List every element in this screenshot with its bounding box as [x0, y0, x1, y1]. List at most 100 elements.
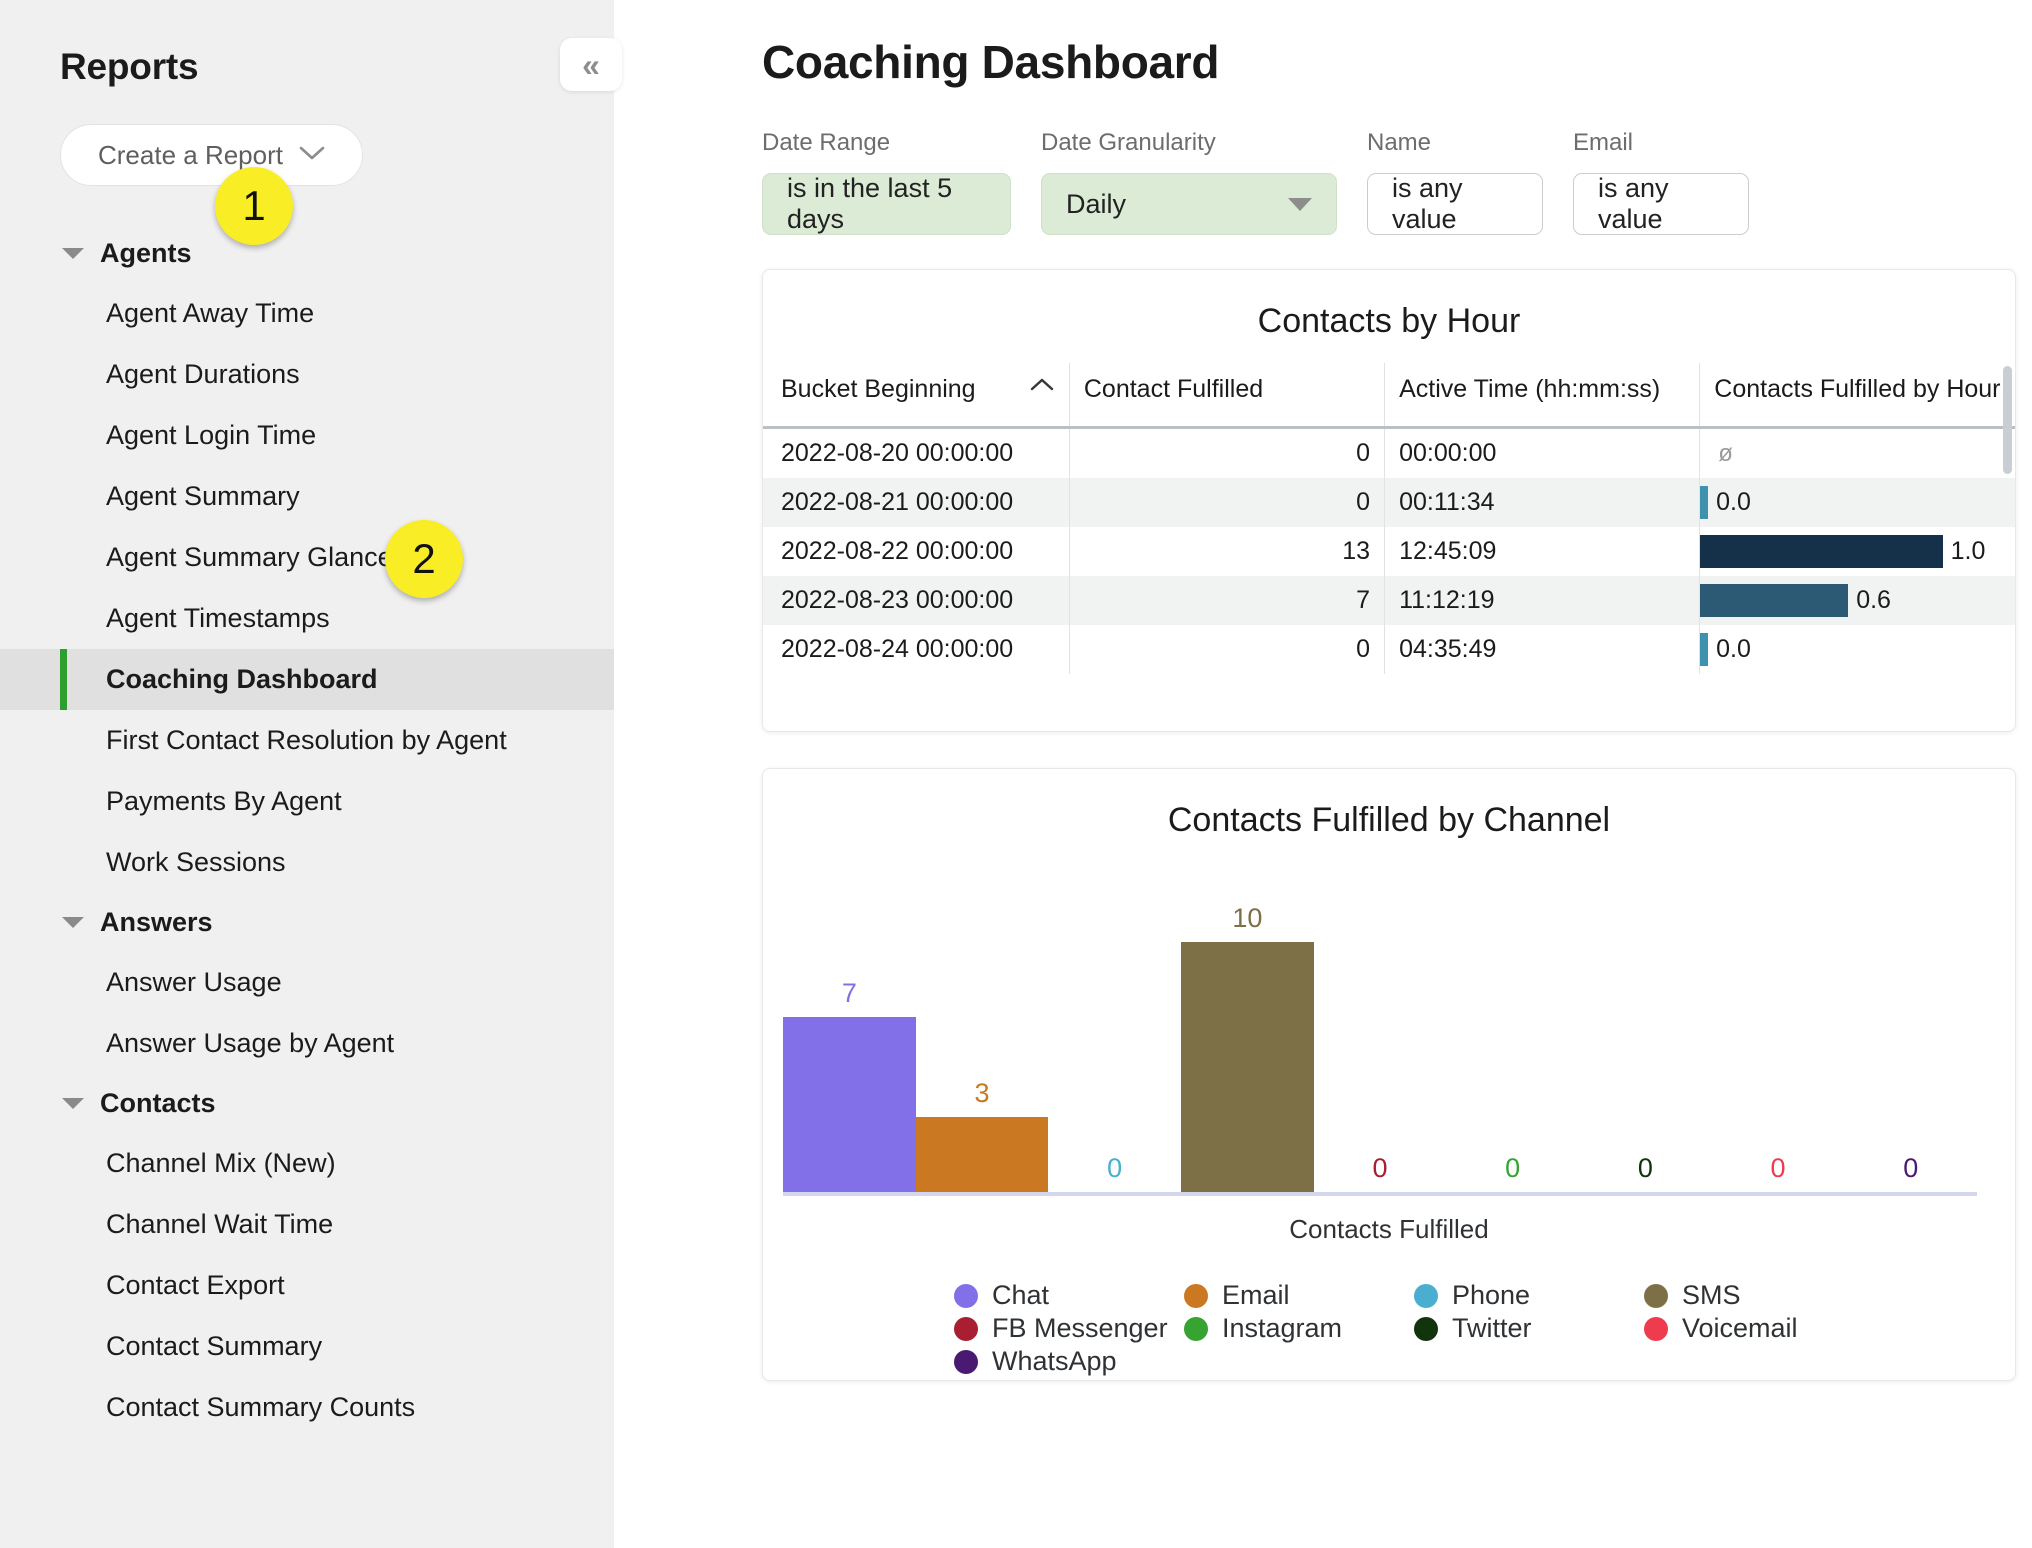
sidebar-item-contact-summary[interactable]: Contact Summary: [0, 1316, 614, 1377]
bar-email[interactable]: 3: [915, 1078, 1049, 1192]
table-row[interactable]: 2022-08-21 00:00:00 0 00:11:34 0.0: [763, 478, 2015, 527]
legend-swatch-icon: [1184, 1316, 1208, 1341]
legend-swatch-icon: [954, 1349, 978, 1374]
data-bar-label: 0.0: [1716, 488, 1751, 516]
table-row[interactable]: 2022-08-23 00:00:00 7 11:12:19 0.6: [763, 576, 2015, 625]
cell-contact-fulfilled: 7: [1068, 576, 1385, 625]
legend-item-voicemail[interactable]: Voicemail: [1644, 1312, 1874, 1345]
filter-label: Email: [1573, 129, 1634, 156]
sidebar-item-contact-export[interactable]: Contact Export: [0, 1255, 614, 1316]
table-vertical-scrollbar[interactable]: [2003, 366, 2012, 474]
sort-ascending-icon[interactable]: [1029, 375, 1055, 397]
nav-group-label: Agents: [100, 238, 192, 268]
cell-bucket-beginning: 2022-08-20 00:00:00: [781, 439, 1014, 467]
legend-item-email[interactable]: Email: [1184, 1279, 1414, 1312]
data-bar-wrapper: 0.6: [1700, 584, 2015, 617]
bar-slot-fb-messenger[interactable]: 0: [1314, 892, 1447, 1192]
cell-bucket-beginning: 2022-08-24 00:00:00: [781, 635, 1014, 663]
sidebar-item-work-sessions[interactable]: Work Sessions: [0, 832, 614, 893]
bar-slot-chat[interactable]: 7: [783, 892, 916, 1192]
bar-chat[interactable]: 7: [783, 978, 916, 1192]
legend-column-1: Chat FB Messenger WhatsApp: [954, 1279, 1184, 1378]
data-bar-wrapper: 0.0: [1700, 633, 2015, 666]
sidebar-item-first-contact-resolution-by-agent[interactable]: First Contact Resolution by Agent: [0, 710, 614, 771]
legend-item-fb-messenger[interactable]: FB Messenger: [954, 1312, 1184, 1345]
data-bar: [1700, 584, 1849, 617]
legend-item-sms[interactable]: SMS: [1644, 1279, 1874, 1312]
bar-value-label: 7: [841, 978, 857, 1008]
legend-label: WhatsApp: [992, 1346, 1117, 1376]
filter-email: Email is any value: [1573, 129, 1749, 235]
bar-value-label: 0: [1637, 1153, 1653, 1183]
legend-swatch-icon: [1644, 1316, 1668, 1341]
cell-active-time: 00:11:34: [1384, 478, 1700, 527]
filter-value: Daily: [1066, 188, 1127, 219]
filter-date-granularity: Date Granularity Daily: [1041, 129, 1337, 235]
legend-column-4: SMS Voicemail: [1644, 1279, 1874, 1378]
caret-down-icon: [62, 917, 84, 928]
bar-slot-email[interactable]: 3: [915, 892, 1049, 1192]
filter-value: is in the last 5 days: [787, 173, 953, 234]
sidebar-item-contact-summary-counts[interactable]: Contact Summary Counts: [0, 1377, 614, 1438]
bar-slot-phone[interactable]: 0: [1048, 892, 1181, 1192]
legend-item-twitter[interactable]: Twitter: [1414, 1312, 1644, 1345]
legend-item-whatsapp[interactable]: WhatsApp: [954, 1345, 1184, 1378]
filter-value: is any value: [1598, 173, 1669, 234]
sidebar-item-agent-summary[interactable]: Agent Summary: [0, 466, 614, 527]
sidebar-item-agent-summary-glance[interactable]: Agent Summary Glance: [0, 527, 614, 588]
table-row[interactable]: 2022-08-20 00:00:00 0 00:00:00 ø: [763, 427, 2015, 478]
filter-name: Name is any value: [1367, 129, 1543, 235]
bar-slot-whatsapp[interactable]: 0: [1844, 892, 1977, 1192]
nav-group-label: Contacts: [100, 1088, 216, 1118]
nav-group-contacts[interactable]: Contacts: [0, 1074, 614, 1133]
nav-group-answers[interactable]: Answers: [0, 893, 614, 952]
sidebar-item-answer-usage-by-agent[interactable]: Answer Usage by Agent: [0, 1013, 614, 1074]
sidebar-item-payments-by-agent[interactable]: Payments By Agent: [0, 771, 614, 832]
filter-control-email[interactable]: is any value: [1573, 173, 1749, 235]
create-report-button[interactable]: Create a Report: [60, 124, 363, 186]
sidebar-item-channel-wait-time[interactable]: Channel Wait Time: [0, 1194, 614, 1255]
data-bar-wrapper: 1.0: [1700, 535, 2015, 568]
data-bar: [1700, 535, 1943, 568]
cell-contacts-fulfilled-by-hour: 0.6: [1699, 576, 2015, 625]
bar-slot-instagram[interactable]: 0: [1446, 892, 1579, 1192]
sidebar-item-agent-away-time[interactable]: Agent Away Time: [0, 283, 614, 344]
cell-contacts-fulfilled-by-hour: ø: [1699, 427, 2015, 478]
column-header-active-time[interactable]: Active Time (hh:mm:ss): [1384, 363, 1700, 428]
sidebar-item-coaching-dashboard[interactable]: Coaching Dashboard: [0, 649, 614, 710]
table-header-row: Bucket Beginning Contact Fulfilled Activ…: [763, 363, 2015, 428]
legend-item-chat[interactable]: Chat: [954, 1279, 1184, 1312]
main-content: Coaching Dashboard Date Range is in the l…: [614, 0, 2032, 1548]
filter-control-date-granularity[interactable]: Daily: [1041, 173, 1337, 235]
collapse-sidebar-button[interactable]: «: [560, 38, 622, 91]
filter-control-date-range[interactable]: is in the last 5 days: [762, 173, 1011, 235]
filter-control-name[interactable]: is any value: [1367, 173, 1543, 235]
dropdown-caret-icon[interactable]: [1288, 197, 1312, 211]
column-header-contacts-fulfilled-by-hour[interactable]: Contacts Fulfilled by Hour: [1699, 363, 2015, 428]
sidebar-item-agent-timestamps[interactable]: Agent Timestamps: [0, 588, 614, 649]
column-header-bucket-beginning[interactable]: Bucket Beginning: [763, 363, 1069, 428]
nav-group-agents[interactable]: Agents: [0, 224, 614, 283]
legend-item-instagram[interactable]: Instagram: [1184, 1312, 1414, 1345]
legend-label: SMS: [1682, 1280, 1741, 1310]
bar-slot-twitter[interactable]: 0: [1579, 892, 1712, 1192]
column-header-contact-fulfilled[interactable]: Contact Fulfilled: [1068, 363, 1385, 428]
bar-slot-voicemail[interactable]: 0: [1712, 892, 1845, 1192]
bar-sms[interactable]: 10: [1181, 903, 1314, 1192]
table-row[interactable]: 2022-08-24 00:00:00 0 04:35:49 0.0: [763, 625, 2015, 674]
sidebar-item-channel-mix-new[interactable]: Channel Mix (New): [0, 1133, 614, 1194]
sidebar-item-answer-usage[interactable]: Answer Usage: [0, 952, 614, 1013]
bar-slot-sms[interactable]: 10: [1181, 892, 1314, 1192]
table-row[interactable]: 2022-08-22 00:00:00 13 12:45:09 1.0: [763, 527, 2015, 576]
create-report-label: Create a Report: [98, 139, 283, 170]
bar-value-label: 3: [974, 1078, 990, 1108]
sidebar-item-agent-durations[interactable]: Agent Durations: [0, 344, 614, 405]
column-label: Bucket Beginning: [781, 375, 976, 403]
filter-bar: Date Range is in the last 5 days Date Gran…: [762, 129, 2032, 235]
legend-swatch-icon: [1414, 1316, 1438, 1341]
bar-series: 7 3 0 10 0 0 0 0 0: [783, 892, 1977, 1192]
legend-swatch-icon: [1414, 1283, 1438, 1308]
legend-item-phone[interactable]: Phone: [1414, 1279, 1644, 1312]
sidebar-item-agent-login-time[interactable]: Agent Login Time: [0, 405, 614, 466]
cell-contacts-fulfilled-by-hour: 0.0: [1699, 625, 2015, 674]
